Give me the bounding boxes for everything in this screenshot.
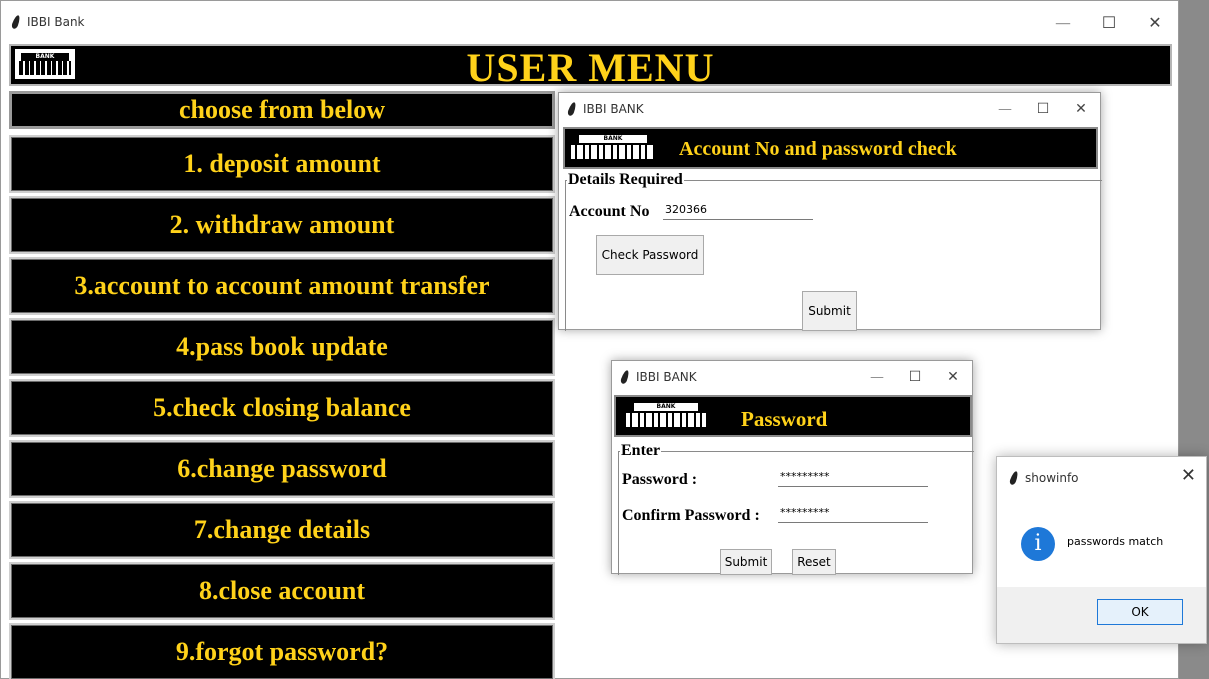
close-button[interactable]: ✕	[1132, 1, 1178, 43]
app-feather-icon	[10, 14, 22, 30]
maximize-button[interactable]: ☐	[896, 361, 934, 393]
showinfo-dialog: showinfo ✕ i passwords match OK	[996, 456, 1207, 644]
bank-logo-icon: BANK	[567, 131, 659, 163]
showinfo-footer: OK	[997, 587, 1206, 643]
account-check-dialog: IBBI BANK — ☐ ✕ BANK Account No and pass…	[558, 92, 1102, 331]
password-dialog-title: IBBI BANK	[636, 370, 697, 384]
account-dialog-heading: Account No and password check	[679, 138, 957, 160]
account-dialog-title: IBBI BANK	[583, 102, 644, 116]
bank-logo-icon: BANK	[622, 399, 710, 431]
info-icon: i	[1021, 527, 1055, 561]
main-titlebar[interactable]: IBBI Bank — ☐ ✕	[1, 1, 1178, 43]
app-feather-icon	[619, 369, 631, 385]
maximize-button[interactable]: ☐	[1086, 1, 1132, 43]
maximize-button[interactable]: ☐	[1024, 93, 1062, 125]
password-reset-button[interactable]: Reset	[792, 549, 836, 575]
menu-item-change-password[interactable]: 6.change password	[9, 440, 555, 498]
ok-button[interactable]: OK	[1097, 599, 1183, 625]
showinfo-message: passwords match	[1067, 535, 1164, 548]
showinfo-title: showinfo	[1025, 471, 1079, 485]
close-icon[interactable]: ✕	[1181, 465, 1196, 486]
showinfo-titlebar[interactable]: showinfo	[997, 457, 1206, 499]
menu-item-withdraw[interactable]: 2. withdraw amount	[9, 196, 555, 254]
menu-header: choose from below	[9, 91, 555, 129]
main-window-title: IBBI Bank	[27, 15, 85, 29]
page-title: USER MENU	[466, 45, 715, 90]
minimize-button[interactable]: —	[1040, 1, 1086, 43]
minimize-button[interactable]: —	[858, 361, 896, 393]
confirm-password-label: Confirm Password :	[622, 507, 760, 524]
menu-item-close-account[interactable]: 8.close account	[9, 562, 555, 620]
account-no-input[interactable]	[663, 200, 813, 220]
check-password-button[interactable]: Check Password	[596, 235, 704, 275]
menu-item-forgot-password[interactable]: 9.forgot password?	[9, 623, 555, 679]
menu-item-closing-balance[interactable]: 5.check closing balance	[9, 379, 555, 437]
password-dialog-banner: BANK Password	[614, 395, 972, 437]
password-submit-button[interactable]: Submit	[720, 549, 772, 575]
confirm-password-input[interactable]	[778, 503, 928, 523]
menu-item-transfer[interactable]: 3.account to account amount transfer	[9, 257, 555, 315]
menu-item-deposit[interactable]: 1. deposit amount	[9, 135, 555, 193]
account-submit-button[interactable]: Submit	[802, 291, 857, 331]
details-required-label: Details Required	[567, 171, 684, 189]
password-dialog: IBBI BANK — ☐ ✕ BANK Password Enter Pass…	[611, 360, 974, 575]
account-dialog-titlebar[interactable]: IBBI BANK — ☐ ✕	[559, 93, 1100, 125]
account-dialog-banner: BANK Account No and password check	[563, 127, 1098, 169]
account-no-label: Account No	[569, 203, 650, 220]
password-dialog-titlebar[interactable]: IBBI BANK — ☐ ✕	[612, 361, 972, 393]
password-dialog-heading: Password	[741, 407, 828, 431]
close-button[interactable]: ✕	[934, 361, 972, 393]
app-feather-icon	[1008, 470, 1020, 486]
close-button[interactable]: ✕	[1062, 93, 1100, 125]
menu-item-passbook[interactable]: 4.pass book update	[9, 318, 555, 376]
app-feather-icon	[566, 101, 578, 117]
password-input[interactable]	[778, 467, 928, 487]
password-label: Password :	[622, 471, 698, 488]
user-menu-banner: BANK USER MENU	[9, 44, 1172, 90]
enter-label: Enter	[620, 442, 662, 460]
menu-item-change-details[interactable]: 7.change details	[9, 501, 555, 559]
minimize-button[interactable]: —	[986, 93, 1024, 125]
